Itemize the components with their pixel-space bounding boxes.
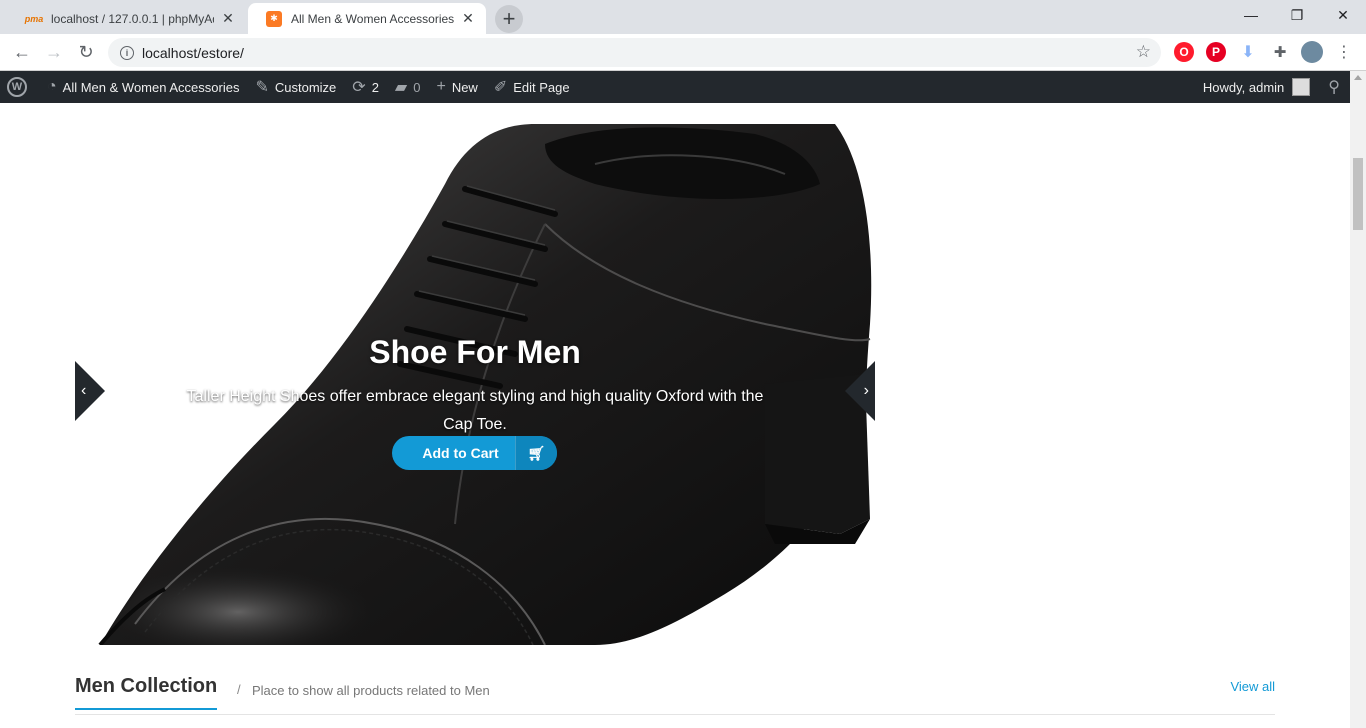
wordpress-logo-icon: W (7, 77, 27, 97)
customize-label: Customize (274, 79, 337, 95)
view-all-link[interactable]: View all (1230, 679, 1275, 694)
add-to-cart-button[interactable]: Add to Cart 🛒︎ (392, 436, 557, 470)
site-name-menu[interactable]: ◔ All Men & Women Accessories (39, 71, 247, 103)
new-content-menu[interactable]: + New (428, 71, 485, 103)
dashboard-icon: ◔ (47, 78, 57, 95)
minimize-button[interactable]: — (1228, 0, 1274, 30)
hero-slider: ‹ › Shoe For Men Taller Height Shoes off… (75, 124, 875, 645)
opera-extension-icon[interactable]: O (1174, 42, 1194, 62)
extensions-puzzle-icon[interactable]: ✚ (1270, 42, 1290, 62)
new-tab-button[interactable]: + (495, 5, 523, 33)
pencil-icon: ✐ (493, 79, 508, 96)
download-extension-icon[interactable]: ⬇ (1238, 42, 1258, 62)
paintbrush-icon: ✎ (255, 79, 269, 96)
wp-logo-menu[interactable]: W (0, 71, 39, 103)
my-account-menu[interactable]: Howdy, admin (1195, 71, 1318, 103)
comments-count: 0 (413, 79, 421, 95)
edit-page-menu[interactable]: ✐ Edit Page (486, 71, 578, 103)
edit-page-label: Edit Page (513, 79, 570, 95)
forward-icon[interactable]: → (40, 38, 68, 66)
pinterest-extension-icon[interactable]: P (1206, 42, 1226, 62)
info-icon[interactable]: i (120, 45, 134, 60)
wp-admin-bar: W ◔ All Men & Women Accessories ✎ Custom… (0, 71, 1350, 103)
updates-menu[interactable]: ⟳ 2 (344, 71, 387, 103)
scrollbar-thumb[interactable] (1353, 158, 1363, 230)
comments-menu[interactable]: ▰ 0 (387, 71, 429, 103)
browser-menu-icon[interactable]: ⋮ (1334, 42, 1354, 62)
add-to-cart-label: Add to Cart (422, 445, 499, 461)
browser-toolbar: ← → ↻ i localhost/estore/ ☆ O P ⬇ ✚ ⋮ (0, 34, 1366, 71)
tab-phpmyadmin[interactable]: pma localhost / 127.0.0.1 | phpMyAdmin ✕ (8, 3, 246, 34)
close-icon[interactable]: ✕ (460, 10, 476, 27)
tab-title: All Men & Women Accessories – (291, 11, 454, 26)
phpmyadmin-icon: pma (24, 13, 44, 24)
scroll-up-arrow-icon[interactable] (1354, 75, 1362, 80)
window-close-button[interactable]: ✕ (1320, 0, 1366, 30)
howdy-label: Howdy, admin (1202, 79, 1285, 95)
admin-search-button[interactable]: ⚲ (1318, 71, 1350, 103)
bookmark-star-icon[interactable]: ☆ (1136, 42, 1151, 62)
tab-estore[interactable]: ✱ All Men & Women Accessories – ✕ (248, 3, 486, 34)
reload-icon[interactable]: ↻ (72, 38, 100, 66)
tab-title: localhost / 127.0.0.1 | phpMyAdmin (51, 11, 214, 26)
page-scrollbar[interactable] (1350, 71, 1366, 728)
slide-title: Shoe For Men (369, 334, 581, 370)
collection-title: Men Collection (75, 675, 218, 710)
collection-header: Men Collection / Place to show all produ… (75, 675, 1275, 715)
comment-bubble-icon: ▰ (394, 79, 408, 96)
browser-tab-strip: pma localhost / 127.0.0.1 | phpMyAdmin ✕… (0, 0, 1366, 34)
plus-icon: + (436, 78, 446, 95)
new-label: New (451, 79, 478, 95)
back-icon[interactable]: ← (8, 38, 36, 66)
collection-separator: / (237, 682, 241, 697)
avatar (1292, 78, 1311, 96)
collection-subtitle: Place to show all products related to Me… (252, 683, 490, 698)
xampp-icon: ✱ (266, 10, 282, 27)
customize-menu[interactable]: ✎ Customize (247, 71, 344, 103)
updates-icon: ⟳ (352, 79, 366, 96)
updates-count: 2 (371, 79, 379, 95)
slide-caption: Shoe For Men Taller Height Shoes offer e… (150, 334, 800, 439)
restore-button[interactable]: ❐ (1274, 0, 1320, 30)
close-icon[interactable]: ✕ (220, 10, 236, 27)
page-content: ‹ › Shoe For Men Taller Height Shoes off… (0, 103, 1350, 728)
cart-icon: 🛒︎ (515, 436, 557, 470)
address-bar[interactable]: i localhost/estore/ ☆ (108, 38, 1161, 67)
search-icon: ⚲ (1328, 79, 1340, 96)
profile-avatar-icon[interactable] (1301, 41, 1323, 63)
url-text: localhost/estore/ (142, 44, 244, 61)
site-name-label: All Men & Women Accessories (62, 79, 240, 95)
slide-description: Taller Height Shoes offer embrace elegan… (186, 388, 764, 433)
